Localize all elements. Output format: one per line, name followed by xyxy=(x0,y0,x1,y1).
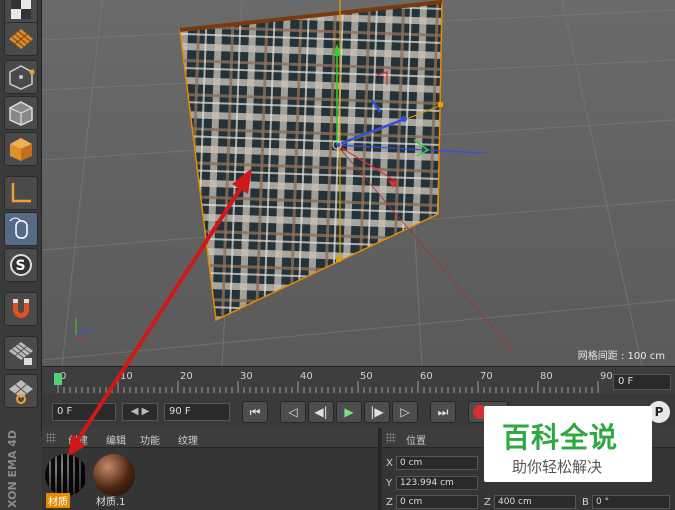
go-to-end-button[interactable]: ⏭ xyxy=(430,401,456,423)
points-mode-button[interactable] xyxy=(4,60,38,94)
pos-z-label: Z xyxy=(386,497,393,508)
menu-function[interactable]: 功能 xyxy=(140,432,160,447)
previous-key-button[interactable]: ◁ xyxy=(280,401,306,423)
material-plaid-preview xyxy=(45,454,87,496)
watermark-subtitle: 助你轻松解决 xyxy=(512,458,603,476)
texture-mode-button[interactable] xyxy=(4,22,38,56)
grid-icon xyxy=(9,380,33,404)
edges-mode-button[interactable] xyxy=(4,96,38,130)
frame-step-arrows[interactable]: ◀ ▶ xyxy=(122,403,158,421)
material-label: 材质.1 xyxy=(96,497,126,508)
size-z-label: Z xyxy=(484,497,491,508)
brand-strip: XON EMA 4D xyxy=(0,430,42,510)
grid-spacing-readout: 网格间距 : 100 cm xyxy=(577,351,665,362)
watermark: 百科全说 助你轻松解决 xyxy=(484,406,652,482)
pos-x-field[interactable]: 0 cm xyxy=(396,456,478,470)
menu-create[interactable]: 创建 xyxy=(68,432,88,447)
pos-z-field[interactable]: 0 cm xyxy=(396,495,478,509)
mouse-icon xyxy=(9,217,28,239)
cube-polygons-icon xyxy=(10,138,32,161)
magnet-icon xyxy=(13,299,29,318)
watermark-title: 百科全说 xyxy=(502,421,619,454)
play-button[interactable]: ▶ xyxy=(336,401,362,423)
timeline-tick-label: 60 xyxy=(420,371,433,382)
workplane-lock-button[interactable] xyxy=(4,336,38,370)
material-sphere-preview xyxy=(93,454,135,496)
magnet-button[interactable] xyxy=(4,292,38,326)
texture-grid-icon xyxy=(9,29,33,49)
material-menu-bar: 创建 编辑 功能 纹理 xyxy=(42,428,378,448)
cinema4d-window: S 网格间距: 100 cm 0 10 20 30 40 50 60 70 8… xyxy=(0,0,675,510)
timeline-ruler[interactable]: 0 10 20 30 40 50 60 70 80 90 0 F xyxy=(42,366,675,394)
rot-b-field[interactable]: 0 ° xyxy=(592,495,670,509)
brand-text: XON EMA 4D xyxy=(6,429,19,508)
timeline-tick-label: 30 xyxy=(240,371,253,382)
material-label: 材质 xyxy=(46,493,70,508)
timeline-tick-label: 70 xyxy=(480,371,493,382)
menu-texture[interactable]: 纹理 xyxy=(178,432,198,447)
panel-grip-icon[interactable] xyxy=(386,433,396,443)
pos-y-field[interactable]: 123.994 cm xyxy=(396,476,478,490)
material-manager: 创建 编辑 功能 纹理 材质 材质.1 xyxy=(42,428,380,510)
grid-lock-icon xyxy=(9,342,33,365)
cloth-plane[interactable] xyxy=(179,1,443,322)
axis-icon xyxy=(11,183,31,203)
cube-points-icon xyxy=(9,65,35,90)
workplane-button[interactable] xyxy=(4,374,38,408)
timeline-tick-label: 20 xyxy=(180,371,193,382)
3d-viewport[interactable]: 网格间距 : 100 cm xyxy=(42,0,675,366)
step-back-button[interactable]: ◀| xyxy=(308,401,334,423)
pos-x-label: X xyxy=(386,458,393,469)
pos-y-label: Y xyxy=(386,478,393,489)
end-frame-field[interactable]: 90 F xyxy=(164,403,230,421)
go-to-start-button[interactable]: ⏮ xyxy=(242,401,268,423)
timeline-tick-label: 40 xyxy=(300,371,313,382)
step-forward-button[interactable]: |▶ xyxy=(364,401,390,423)
rot-b-label: B xyxy=(582,497,589,508)
material-item[interactable]: 材质.1 xyxy=(92,452,136,508)
timeline-tick-label: 50 xyxy=(360,371,373,382)
playhead[interactable] xyxy=(54,373,62,385)
timeline-tick-label: 90 xyxy=(600,371,613,382)
polygons-mode-button[interactable] xyxy=(4,132,38,166)
material-item[interactable]: 材质 xyxy=(44,452,88,508)
next-key-button[interactable]: ▷ xyxy=(392,401,418,423)
axis-mode-button[interactable] xyxy=(4,176,38,210)
cube-edges-icon xyxy=(9,101,33,126)
panel-grip-icon[interactable] xyxy=(46,433,56,443)
current-frame-field[interactable]: 0 F xyxy=(613,374,671,390)
size-z-field[interactable]: 400 cm xyxy=(494,495,576,509)
timeline-tick-label: 80 xyxy=(540,371,553,382)
start-frame-field[interactable]: 0 F xyxy=(52,403,116,421)
tweak-mode-button[interactable] xyxy=(4,212,38,246)
snap-button[interactable]: S xyxy=(4,248,38,282)
position-header: 位置 xyxy=(406,436,426,447)
snap-s-icon: S xyxy=(10,254,32,276)
timeline-tick-label: 10 xyxy=(120,371,133,382)
viewport-scene xyxy=(42,0,675,366)
menu-edit[interactable]: 编辑 xyxy=(106,432,126,447)
svg-text:S: S xyxy=(16,258,26,274)
